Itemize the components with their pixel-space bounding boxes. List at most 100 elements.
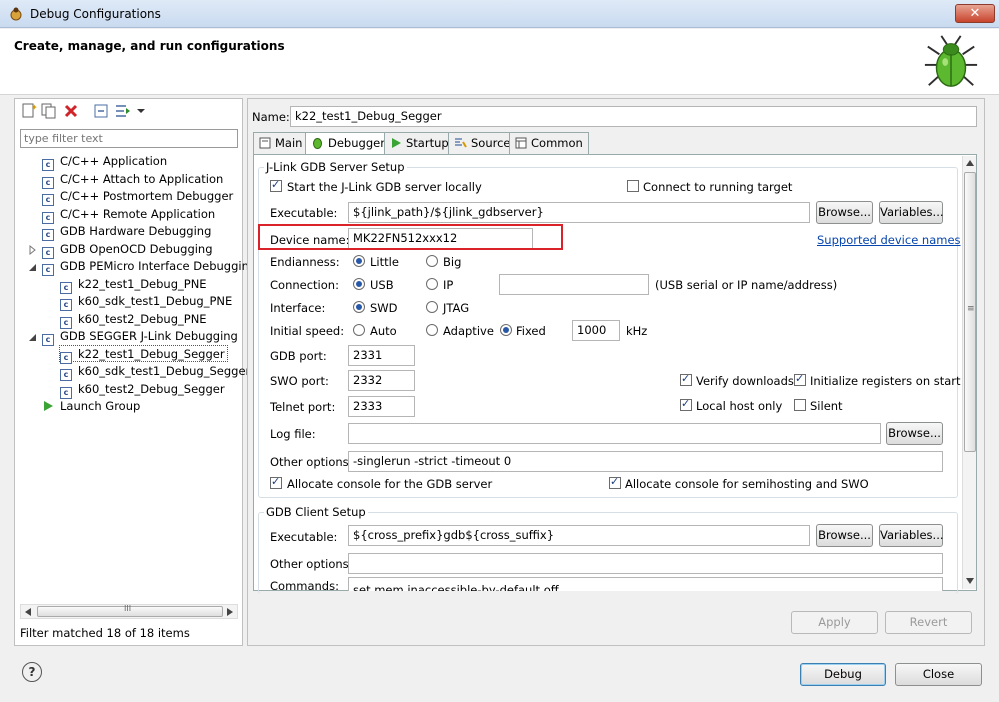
- init-registers-checkbox[interactable]: [794, 372, 806, 386]
- swo-port-field[interactable]: 2332: [348, 370, 415, 391]
- vertical-scrollbar-thumb[interactable]: ≡: [964, 172, 976, 452]
- endianness-label: Endianness:: [270, 255, 340, 269]
- start-server-checkbox[interactable]: [270, 178, 282, 192]
- c-config-icon: c: [42, 159, 54, 171]
- tree-item-k22-segger[interactable]: c k22_test1_Debug_Segger: [59, 345, 228, 364]
- new-config-icon[interactable]: ✦: [20, 102, 38, 120]
- tab-source[interactable]: Source: [448, 132, 517, 154]
- collapse-arrow-icon[interactable]: [28, 263, 37, 272]
- name-field[interactable]: k22_test1_Debug_Segger: [290, 106, 977, 127]
- allocate-console-checkbox[interactable]: [270, 475, 282, 489]
- collapse-arrow-icon[interactable]: [28, 333, 37, 342]
- common-icon: [515, 137, 527, 149]
- supported-devices-link[interactable]: Supported device names: [817, 233, 961, 247]
- connect-running-label: Connect to running target: [643, 180, 793, 194]
- scroll-down-icon[interactable]: [966, 578, 974, 584]
- tab-startup[interactable]: Startup: [384, 132, 455, 154]
- delete-icon[interactable]: [62, 102, 80, 120]
- endian-big-radio[interactable]: [426, 255, 438, 267]
- speed-unit: kHz: [626, 324, 648, 338]
- tree-item-k22-pne[interactable]: c k22_test1_Debug_PNE: [60, 276, 207, 294]
- interface-jtag-radio[interactable]: [426, 301, 438, 313]
- tab-main[interactable]: Main: [253, 132, 309, 154]
- other-options-field[interactable]: -singlerun -strict -timeout 0: [348, 451, 943, 472]
- launch-icon: [44, 401, 53, 411]
- allocate-semihost-checkbox[interactable]: [609, 475, 621, 489]
- tree-item-k60-sdk-segger[interactable]: c k60_sdk_test1_Debug_Segger: [60, 363, 250, 381]
- endian-little-label: Little: [370, 255, 399, 269]
- tree-item-gdb-openocd[interactable]: c GDB OpenOCD Debugging: [42, 241, 213, 259]
- tree-item-launch-group[interactable]: Launch Group: [42, 398, 140, 415]
- tree-horizontal-scrollbar[interactable]: III: [20, 604, 238, 619]
- tab-common[interactable]: Common: [509, 132, 589, 154]
- tree-item-gdb-segger[interactable]: c GDB SEGGER J-Link Debugging: [42, 328, 238, 346]
- scroll-up-icon[interactable]: [966, 160, 974, 166]
- tree-item-c-application[interactable]: c C/C++ Application: [42, 153, 167, 171]
- speed-fixed-label: Fixed: [516, 324, 546, 338]
- client-other-options-label: Other options:: [270, 557, 353, 571]
- commands-field[interactable]: set mem inaccessible-by-default off: [348, 577, 943, 591]
- c-config-icon: c: [42, 194, 54, 206]
- client-variables-button[interactable]: Variables...: [879, 524, 944, 547]
- speed-auto-radio[interactable]: [353, 324, 365, 336]
- interface-swd-radio[interactable]: [353, 301, 365, 313]
- speed-adaptive-radio[interactable]: [426, 324, 438, 336]
- tab-vertical-scrollbar[interactable]: ≡: [962, 156, 976, 589]
- scrollbar-thumb[interactable]: III: [37, 604, 223, 617]
- tree-item-c-attach[interactable]: c C/C++ Attach to Application: [42, 171, 223, 189]
- help-icon[interactable]: ?: [22, 662, 42, 682]
- gdb-port-field[interactable]: 2331: [348, 345, 415, 366]
- tree-item-k60-test2-pne[interactable]: c k60_test2_Debug_PNE: [60, 311, 207, 329]
- window-close-button[interactable]: ✕: [955, 4, 995, 23]
- tree-item-c-remote[interactable]: c C/C++ Remote Application: [42, 206, 215, 224]
- silent-checkbox[interactable]: [794, 399, 806, 411]
- collapse-all-icon[interactable]: [92, 102, 110, 120]
- browse-button[interactable]: Browse...: [816, 201, 873, 224]
- scroll-left-icon[interactable]: [25, 608, 32, 616]
- client-setup-title: GDB Client Setup: [264, 505, 368, 519]
- telnet-port-field[interactable]: 2333: [348, 396, 415, 417]
- allocate-semihost-label: Allocate console for semihosting and SWO: [625, 477, 869, 491]
- window-title: Debug Configurations: [30, 7, 161, 21]
- expand-arrow-icon[interactable]: [29, 245, 37, 255]
- client-other-options-field[interactable]: [348, 553, 943, 574]
- local-host-checkbox[interactable]: [680, 397, 692, 411]
- connection-usb-radio[interactable]: [353, 278, 365, 290]
- connection-label: Connection:: [270, 278, 339, 292]
- variables-button[interactable]: Variables...: [879, 201, 944, 224]
- speed-fixed-radio[interactable]: [500, 324, 512, 336]
- bug-tab-icon: [313, 138, 322, 149]
- log-browse-button[interactable]: Browse...: [886, 422, 943, 445]
- log-file-field[interactable]: [348, 423, 881, 444]
- filter-status: Filter matched 18 of 18 items: [20, 626, 190, 640]
- tab-debugger[interactable]: Debugger: [305, 132, 391, 155]
- executable-field[interactable]: ${jlink_path}/${jlink_gdbserver}: [348, 202, 810, 223]
- server-setup-title: J-Link GDB Server Setup: [264, 160, 407, 174]
- filter-input[interactable]: [20, 129, 238, 148]
- apply-button[interactable]: Apply: [791, 611, 878, 634]
- debug-bug-icon: [924, 35, 978, 87]
- tree-item-gdb-pemicro[interactable]: c GDB PEMicro Interface Debugging: [42, 258, 256, 276]
- client-browse-button[interactable]: Browse...: [816, 524, 873, 547]
- filter-icon[interactable]: [114, 102, 132, 120]
- log-file-label: Log file:: [270, 427, 316, 441]
- endian-little-radio[interactable]: [353, 255, 365, 267]
- connection-ip-radio[interactable]: [426, 278, 438, 290]
- duplicate-icon[interactable]: [40, 102, 58, 120]
- title-bar: Debug Configurations ✕: [0, 0, 999, 28]
- tree-item-k60-test2-segger[interactable]: c k60_test2_Debug_Segger: [60, 381, 225, 399]
- debug-button[interactable]: Debug: [800, 663, 886, 686]
- close-button[interactable]: Close: [895, 663, 982, 686]
- revert-button[interactable]: Revert: [885, 611, 972, 634]
- tree-item-gdb-hardware[interactable]: c GDB Hardware Debugging: [42, 223, 211, 241]
- connection-address-field[interactable]: [499, 274, 649, 295]
- connect-running-checkbox[interactable]: [627, 180, 639, 192]
- scroll-right-icon[interactable]: [227, 608, 234, 616]
- speed-value-field[interactable]: 1000: [572, 320, 620, 341]
- verify-downloads-label: Verify downloads: [696, 374, 794, 388]
- client-executable-field[interactable]: ${cross_prefix}gdb${cross_suffix}: [348, 525, 810, 546]
- verify-downloads-checkbox[interactable]: [680, 372, 692, 386]
- chevron-down-icon[interactable]: [136, 102, 146, 120]
- tree-item-c-postmortem[interactable]: c C/C++ Postmortem Debugger: [42, 188, 233, 206]
- tree-item-k60-sdk-pne[interactable]: c k60_sdk_test1_Debug_PNE: [60, 293, 232, 311]
